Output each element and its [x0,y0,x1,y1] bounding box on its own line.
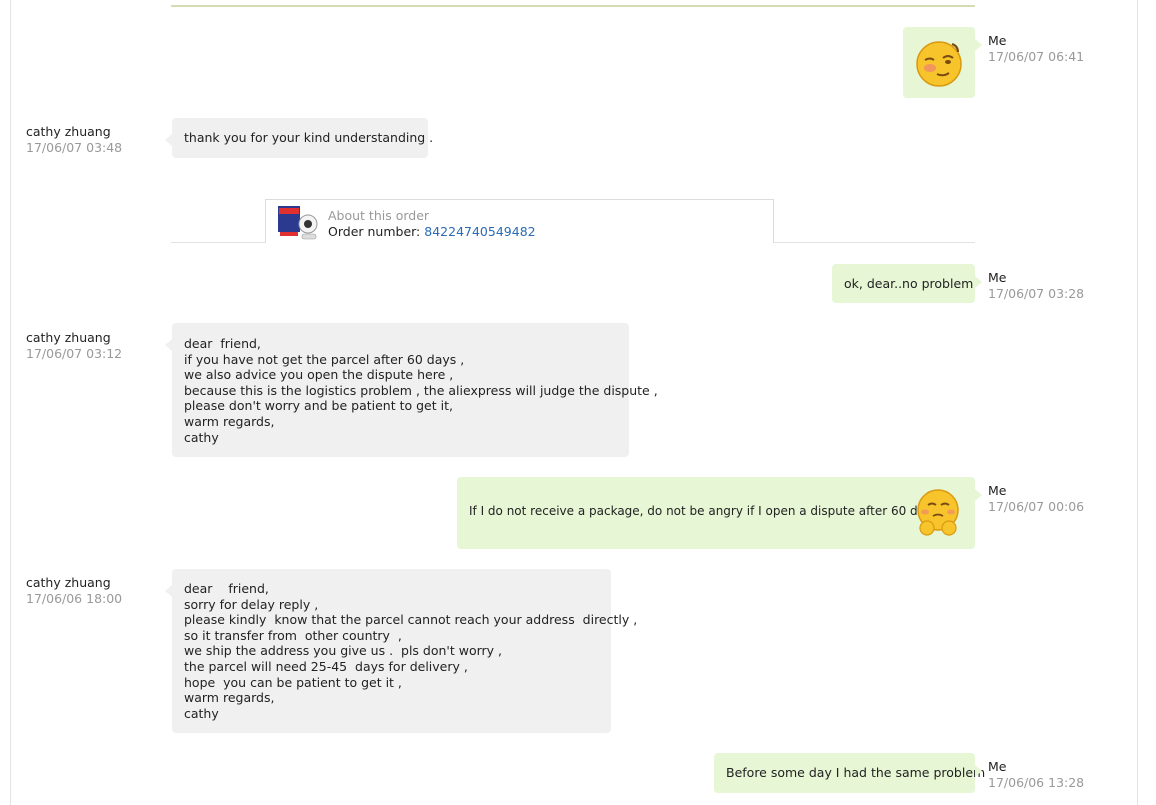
message-text: dear friend, [184,581,269,596]
seller-message-meta: cathy zhuang 17/06/07 03:12 [26,330,122,362]
message-text: the parcel will need 25-45 days for deli… [184,658,468,674]
shy-emoji-icon [917,489,959,536]
my-message-meta: Me 17/06/07 03:28 [988,270,1084,302]
sender-name: Me [988,759,1007,774]
sender-name: cathy zhuang [26,330,111,345]
my-message-meta: Me 17/06/07 00:06 [988,483,1084,515]
message-text: because this is the logistics problem , … [184,382,658,398]
message-text: cathy [184,429,219,445]
sender-name: Me [988,483,1007,498]
message-text: sorry for delay reply , [184,596,319,612]
order-card-title: About this order [328,208,430,223]
smirk-emoji-icon [916,41,962,87]
order-number-row: Order number: 84224740549482 [328,224,536,239]
message-text: please kindly know that the parcel canno… [184,612,638,628]
sender-name: cathy zhuang [26,124,111,139]
message-text: so it transfer from other country , [184,627,402,643]
message-text: If I do not receive a package, do not be… [469,504,939,518]
sender-name: cathy zhuang [26,575,111,590]
my-message-bubble: If I do not receive a package, do not be… [457,477,982,549]
message-text: warm regards, [184,690,275,706]
order-number-label: Order number: [328,224,421,239]
message-text: we ship the address you give us . pls do… [184,643,502,659]
my-message-meta: Me 17/06/07 06:41 [988,33,1084,65]
message-timestamp: 17/06/07 00:06 [988,499,1085,514]
message-text: please don't worry and be patient to get… [184,398,453,414]
order-number-link[interactable]: 84224740549482 [424,224,535,239]
seller-message-meta: cathy zhuang 17/06/06 18:00 [26,575,122,607]
message-text: we also advice you open the dispute here… [184,367,454,383]
message-text: dear friend, [184,336,261,351]
message-text: thank you for your kind understanding . [184,130,434,145]
seller-message-bubble: dear friend, if you have not get the par… [165,323,658,457]
wifi-camera-product-thumbnail-icon [278,206,318,240]
my-message-meta: Me 17/06/06 13:28 [988,759,1084,791]
message-timestamp: 17/06/06 13:28 [988,775,1085,790]
message-timestamp: 17/06/07 03:12 [26,346,123,361]
message-text: warm regards, [184,413,275,429]
my-message-bubble [903,27,982,98]
message-text: cathy [184,705,219,721]
seller-message-bubble: thank you for your kind understanding . [165,118,434,158]
top-divider [171,5,975,7]
message-text: Before some day I had the same problem [726,765,986,780]
message-text: ok, dear..no problem [844,276,974,291]
message-timestamp: 17/06/07 03:28 [988,286,1085,301]
message-timestamp: 17/06/06 18:00 [26,591,123,606]
order-card[interactable]: About this order Order number: 842247405… [265,199,774,243]
seller-message-bubble: dear friend, sorry for delay reply , ple… [165,569,638,733]
message-timestamp: 17/06/07 06:41 [988,49,1085,64]
my-message-bubble: ok, dear..no problem [832,264,982,303]
my-message-bubble: Before some day I had the same problem [714,753,986,793]
message-text: hope you can be patient to get it , [184,674,402,690]
seller-message-meta: cathy zhuang 17/06/07 03:48 [26,124,122,156]
sender-name: Me [988,270,1007,285]
sender-name: Me [988,33,1007,48]
message-text: if you have not get the parcel after 60 … [184,351,465,367]
message-timestamp: 17/06/07 03:48 [26,140,123,155]
